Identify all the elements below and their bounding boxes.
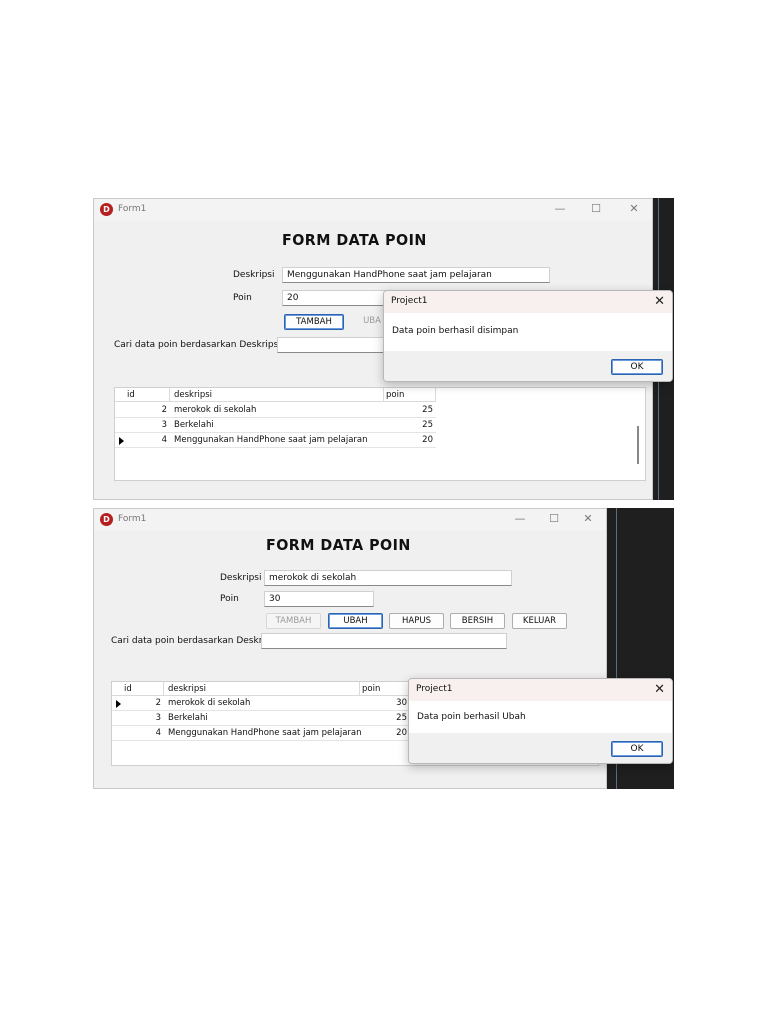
screenshot-2: D Form1 — ☐ ✕ FORM DATA POIN Deskripsi m…: [93, 508, 674, 789]
search-label: Cari data poin berdasarkan Deskripsi: [114, 340, 281, 350]
column-header-id[interactable]: id: [115, 388, 170, 402]
dialog-title: Project1: [416, 684, 453, 694]
cell-deskripsi: Berkelahi: [168, 713, 208, 723]
cell-poin: 30: [396, 698, 407, 708]
dialog-message: Data poin berhasil disimpan: [392, 326, 519, 336]
keluar-button[interactable]: KELUAR: [512, 613, 567, 629]
title-bar[interactable]: D Form1 — ☐ ✕: [94, 509, 606, 531]
ok-button[interactable]: OK: [611, 359, 663, 375]
dialog-title-bar[interactable]: Project1 ✕: [384, 291, 672, 313]
close-icon[interactable]: ✕: [626, 202, 642, 216]
page-title: FORM DATA POIN: [266, 536, 411, 554]
column-header-poin[interactable]: poin: [360, 682, 410, 696]
close-icon[interactable]: ✕: [654, 682, 665, 697]
cell-id: 4: [155, 728, 161, 738]
delphi-app-icon: D: [100, 203, 113, 216]
tambah-button[interactable]: TAMBAH: [284, 314, 344, 330]
maximize-icon[interactable]: ☐: [546, 512, 562, 526]
dialog-title-bar[interactable]: Project1 ✕: [409, 679, 672, 701]
cell-deskripsi: Menggunakan HandPhone saat jam pelajaran: [174, 435, 368, 445]
vertical-scrollbar[interactable]: [637, 426, 639, 464]
cell-poin: 20: [396, 728, 407, 738]
cell-deskripsi: Menggunakan HandPhone saat jam pelajaran: [168, 728, 362, 738]
dialog-title: Project1: [391, 296, 428, 306]
poin-input[interactable]: 20: [282, 290, 392, 306]
cell-id: 2: [161, 405, 167, 415]
window-title: Form1: [118, 204, 147, 214]
search-label: Cari data poin berdasarkan Deskripsi: [111, 636, 278, 646]
ubah-button[interactable]: UBAH: [328, 613, 383, 629]
poin-input[interactable]: 30: [264, 591, 374, 607]
ok-button[interactable]: OK: [611, 741, 663, 757]
window-title: Form1: [118, 514, 147, 524]
dialog-footer: OK: [384, 351, 672, 381]
column-header-deskripsi[interactable]: deskripsi: [170, 388, 384, 402]
cell-id: 2: [155, 698, 161, 708]
cell-poin: 25: [422, 420, 433, 430]
screenshot-1: D Form1 — ☐ ✕ FORM DATA POIN Deskripsi M…: [93, 198, 674, 500]
delphi-app-icon: D: [100, 513, 113, 526]
column-header-id[interactable]: id: [112, 682, 164, 696]
message-dialog: Project1 ✕ Data poin berhasil Ubah OK: [408, 678, 673, 764]
close-icon[interactable]: ✕: [654, 294, 665, 309]
cell-deskripsi: merokok di sekolah: [168, 698, 251, 708]
minimize-icon[interactable]: —: [552, 202, 568, 216]
cell-poin: 25: [422, 405, 433, 415]
title-bar[interactable]: D Form1 — ☐ ✕: [94, 199, 652, 221]
deskripsi-label: Deskripsi: [233, 270, 275, 280]
hapus-button[interactable]: HAPUS: [389, 613, 444, 629]
cell-deskripsi: Berkelahi: [174, 420, 214, 430]
deskripsi-input[interactable]: merokok di sekolah: [264, 570, 512, 586]
minimize-icon[interactable]: —: [512, 512, 528, 526]
deskripsi-input[interactable]: Menggunakan HandPhone saat jam pelajaran: [282, 267, 550, 283]
page-title: FORM DATA POIN: [282, 231, 427, 249]
message-dialog: Project1 ✕ Data poin berhasil disimpan O…: [383, 290, 673, 382]
poin-label: Poin: [233, 293, 252, 303]
bersih-button[interactable]: BERSIH: [450, 613, 505, 629]
cell-id: 3: [155, 713, 161, 723]
cell-id: 3: [161, 420, 167, 430]
search-input[interactable]: [261, 633, 507, 649]
tambah-button[interactable]: TAMBAH: [266, 613, 321, 629]
row-divider: [115, 447, 436, 448]
search-input[interactable]: [277, 337, 387, 353]
cell-poin: 20: [422, 435, 433, 445]
column-header-deskripsi[interactable]: deskripsi: [164, 682, 360, 696]
dialog-footer: OK: [409, 733, 672, 763]
cell-deskripsi: merokok di sekolah: [174, 405, 257, 415]
close-icon[interactable]: ✕: [580, 512, 596, 526]
data-grid[interactable]: id deskripsi poin 2 merokok di sekolah 2…: [114, 387, 646, 481]
poin-label: Poin: [220, 594, 239, 604]
column-header-poin[interactable]: poin: [384, 388, 436, 402]
dialog-message: Data poin berhasil Ubah: [417, 712, 526, 722]
cell-poin: 25: [396, 713, 407, 723]
maximize-icon[interactable]: ☐: [588, 202, 604, 216]
deskripsi-label: Deskripsi: [220, 573, 262, 583]
cell-id: 4: [161, 435, 167, 445]
row-divider: [112, 740, 410, 741]
